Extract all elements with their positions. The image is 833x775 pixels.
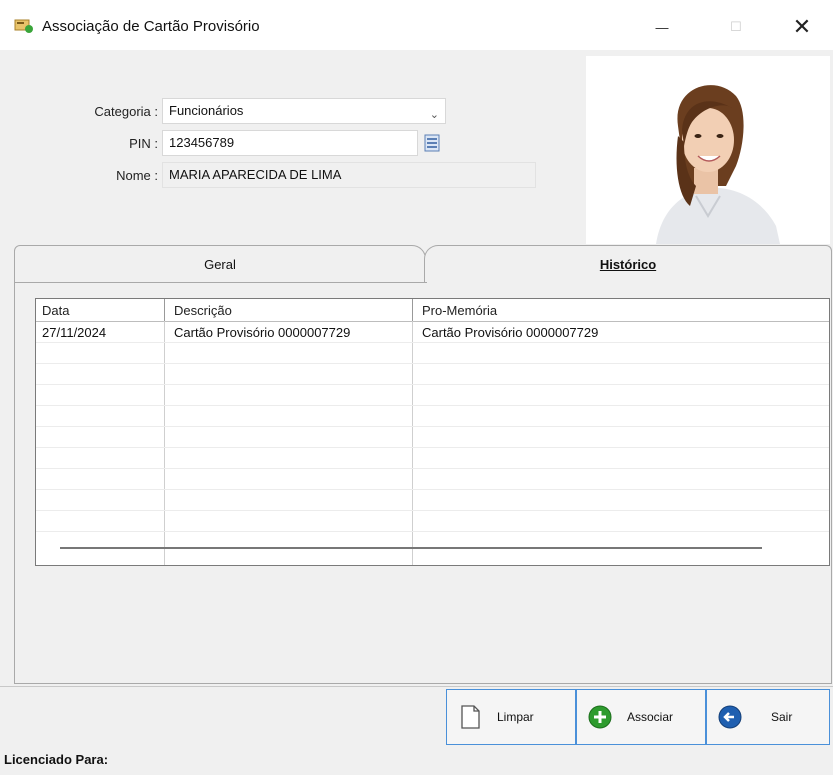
minimize-icon: — bbox=[655, 19, 669, 35]
table-row-empty bbox=[36, 364, 829, 385]
sair-label: Sair bbox=[771, 710, 793, 724]
pin-label: PIN : bbox=[129, 136, 158, 151]
table-row-empty bbox=[36, 343, 829, 364]
window-title: Associação de Cartão Provisório bbox=[42, 18, 260, 35]
person-photo-icon bbox=[586, 56, 830, 244]
window: Associação de Cartão Provisório — ☐ ✕ Ca… bbox=[0, 0, 833, 775]
footer-divider bbox=[0, 686, 833, 687]
tab-divider bbox=[15, 282, 427, 283]
maximize-button: ☐ bbox=[714, 10, 758, 44]
grid-header: Data Descrição Pro-Memória bbox=[36, 299, 829, 322]
categoria-value: Funcionários bbox=[169, 103, 244, 118]
table-row-empty bbox=[36, 511, 829, 532]
nome-value: MARIA APARECIDA DE LIMA bbox=[169, 167, 342, 182]
associar-button[interactable]: Associar bbox=[576, 689, 706, 745]
column-divider[interactable] bbox=[412, 299, 413, 321]
categoria-label: Categoria : bbox=[94, 104, 158, 119]
nome-label: Nome : bbox=[116, 168, 158, 183]
limpar-button[interactable]: Limpar bbox=[446, 689, 576, 745]
chevron-down-icon: ⌄ bbox=[429, 109, 439, 121]
app-icon bbox=[14, 19, 33, 33]
tab-historico[interactable]: Histórico bbox=[424, 245, 832, 283]
close-button[interactable]: ✕ bbox=[780, 10, 824, 44]
horizontal-scrollbar[interactable] bbox=[60, 547, 762, 549]
col-header-descricao[interactable]: Descrição bbox=[174, 303, 232, 318]
cell-descricao: Cartão Provisório 0000007729 bbox=[174, 325, 351, 340]
cell-data: 27/11/2024 bbox=[42, 325, 107, 340]
tab-geral-label: Geral bbox=[204, 256, 236, 272]
cell-pro-memoria: Cartão Provisório 0000007729 bbox=[422, 325, 599, 340]
maximize-icon: ☐ bbox=[730, 19, 742, 34]
tab-geral[interactable]: Geral bbox=[14, 245, 426, 283]
nome-field: MARIA APARECIDA DE LIMA bbox=[162, 162, 536, 188]
col-header-pro-memoria[interactable]: Pro-Memória bbox=[422, 303, 497, 318]
pin-input[interactable]: 123456789 bbox=[162, 130, 418, 156]
minimize-button[interactable]: — bbox=[640, 10, 684, 44]
table-row-empty bbox=[36, 427, 829, 448]
table-row-empty bbox=[36, 406, 829, 427]
employee-photo bbox=[586, 56, 830, 244]
blank-document-icon bbox=[461, 705, 480, 729]
table-row-empty bbox=[36, 490, 829, 511]
limpar-label: Limpar bbox=[497, 710, 534, 724]
table-row-empty bbox=[36, 469, 829, 490]
tab-historico-label: Histórico bbox=[599, 257, 657, 272]
pin-value: 123456789 bbox=[169, 135, 235, 150]
column-divider[interactable] bbox=[164, 299, 165, 321]
table-row-empty bbox=[36, 385, 829, 406]
close-icon: ✕ bbox=[792, 14, 812, 39]
title-bar[interactable]: Associação de Cartão Provisório — ☐ ✕ bbox=[0, 0, 833, 50]
tab-container: Geral Histórico Data Descrição Pro-Memór… bbox=[14, 245, 832, 685]
search-card-icon[interactable] bbox=[424, 134, 440, 152]
table-row[interactable]: 27/11/2024 Cartão Provisório 0000007729 … bbox=[36, 322, 829, 343]
categoria-select[interactable]: Funcionários ⌄ bbox=[162, 98, 446, 124]
sair-button[interactable]: Sair bbox=[706, 689, 830, 745]
table-row-empty bbox=[36, 448, 829, 469]
associar-label: Associar bbox=[627, 710, 674, 724]
exit-arrow-icon bbox=[718, 705, 742, 729]
historico-grid[interactable]: Data Descrição Pro-Memória 27/11/2024 Ca… bbox=[35, 298, 830, 566]
col-header-data[interactable]: Data bbox=[42, 303, 69, 318]
historico-panel: Data Descrição Pro-Memória 27/11/2024 Ca… bbox=[14, 282, 832, 684]
license-status: Licenciado Para: bbox=[4, 752, 109, 767]
add-circle-icon bbox=[588, 705, 612, 729]
